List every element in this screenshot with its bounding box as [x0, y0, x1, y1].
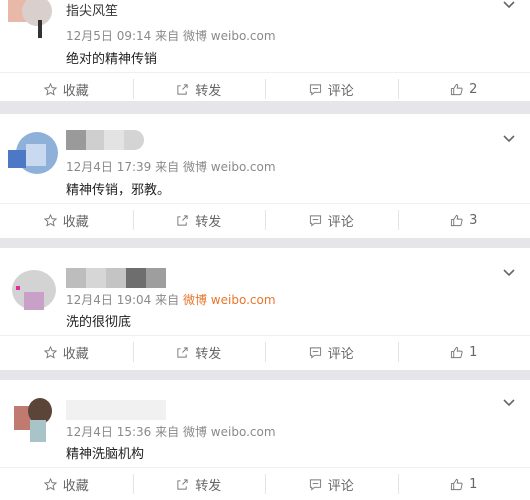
share-icon: [177, 346, 188, 358]
post-card: 指尖风笙 12月5日 09:14 来自 微博 weibo.com 绝对的精神传销…: [0, 0, 530, 101]
chevron-down-icon[interactable]: [502, 394, 516, 408]
action-bar: 收藏 转发 评论 1: [0, 335, 530, 368]
post-meta: 12月5日 09:14 来自 微博 weibo.com: [66, 29, 276, 43]
favorite-button[interactable]: 收藏: [0, 342, 133, 362]
source-link[interactable]: 微博 weibo.com: [183, 29, 276, 43]
comment-button[interactable]: 评论: [265, 79, 398, 99]
thumbs-up-icon: [451, 346, 463, 358]
avatar[interactable]: [8, 0, 60, 38]
like-button[interactable]: 3: [397, 210, 530, 230]
comment-button[interactable]: 评论: [265, 210, 398, 230]
favorite-button[interactable]: 收藏: [0, 210, 133, 230]
thumbs-up-icon: [451, 214, 463, 226]
post-card: 12月4日 15:36 来自 微博 weibo.com 精神洗脑机构 收藏 转发…: [0, 380, 530, 500]
thumbs-up-icon: [451, 83, 463, 95]
username[interactable]: 指尖风笙: [66, 0, 118, 20]
post-meta: 12月4日 15:36 来自 微博 weibo.com: [66, 425, 276, 439]
repost-button[interactable]: 转发: [132, 474, 266, 494]
comment-button[interactable]: 评论: [265, 474, 398, 494]
divider: [0, 238, 530, 248]
favorite-button[interactable]: 收藏: [0, 474, 133, 494]
comment-text: 精神传销，邪教。: [66, 183, 171, 198]
repost-button[interactable]: 转发: [132, 79, 266, 99]
star-icon: [43, 82, 57, 96]
comment-button[interactable]: 评论: [265, 342, 398, 362]
comment-text: 精神洗脑机构: [66, 447, 145, 462]
share-icon: [177, 83, 188, 95]
divider: [0, 370, 530, 380]
repost-button[interactable]: 转发: [132, 342, 266, 362]
post-meta: 12月4日 19:04 来自 微博 weibo.com: [66, 293, 276, 307]
star-icon: [43, 477, 57, 491]
post-meta: 12月4日 17:39 来自 微博 weibo.com: [66, 160, 276, 174]
chevron-down-icon[interactable]: [502, 0, 516, 10]
favorite-button[interactable]: 收藏: [0, 79, 133, 99]
like-button[interactable]: 2: [397, 79, 530, 99]
share-icon: [177, 214, 188, 226]
action-bar: 收藏 转发 评论 3: [0, 203, 530, 236]
comment-icon: [309, 346, 321, 359]
comment-icon: [309, 83, 321, 96]
username[interactable]: [66, 400, 166, 420]
comment-icon: [309, 478, 321, 491]
username[interactable]: [66, 268, 166, 288]
comment-icon: [309, 214, 321, 227]
like-button[interactable]: 1: [397, 474, 530, 494]
source-link[interactable]: 微博 weibo.com: [183, 160, 276, 174]
weibo-comment-feed: 指尖风笙 12月5日 09:14 来自 微博 weibo.com 绝对的精神传销…: [0, 0, 530, 500]
chevron-down-icon[interactable]: [502, 130, 516, 144]
comment-text: 洗的很彻底: [66, 315, 132, 330]
source-link[interactable]: 微博 weibo.com: [183, 293, 276, 307]
chevron-down-icon[interactable]: [502, 264, 516, 278]
post-card: 12月4日 17:39 来自 微博 weibo.com 精神传销，邪教。 收藏 …: [0, 114, 530, 238]
source-link[interactable]: 微博 weibo.com: [183, 425, 276, 439]
divider: [0, 101, 530, 111]
comment-text: 绝对的精神传销: [66, 52, 158, 67]
like-button[interactable]: 1: [397, 342, 530, 362]
avatar[interactable]: [8, 266, 60, 318]
star-icon: [43, 345, 57, 359]
avatar[interactable]: [8, 390, 60, 442]
thumbs-up-icon: [451, 478, 463, 490]
avatar[interactable]: [8, 128, 60, 180]
post-card: 12月4日 19:04 来自 微博 weibo.com 洗的很彻底 收藏 转发 …: [0, 248, 530, 370]
star-icon: [43, 213, 57, 227]
repost-button[interactable]: 转发: [132, 210, 266, 230]
share-icon: [177, 478, 188, 490]
action-bar: 收藏 转发 评论 1: [0, 467, 530, 500]
username[interactable]: [66, 130, 146, 150]
